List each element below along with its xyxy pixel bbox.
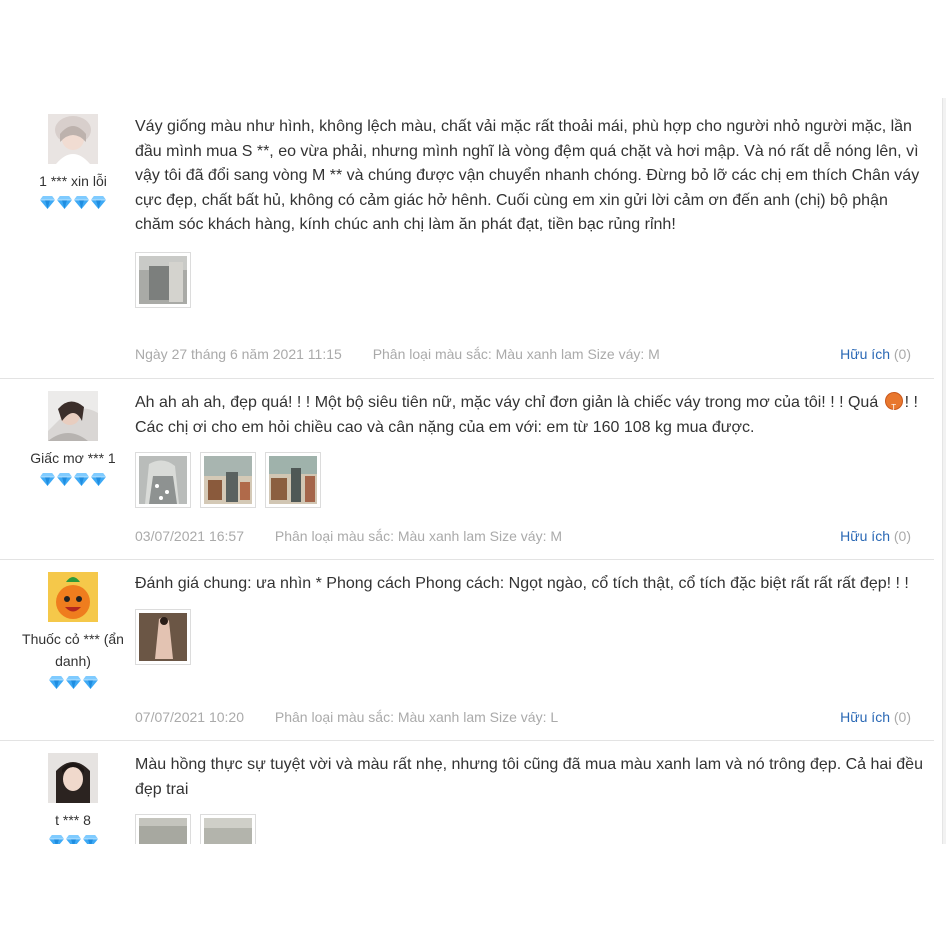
- diamond-icon: [40, 196, 55, 209]
- review-photos: [135, 251, 925, 310]
- reviewer-name: 1 *** xin lỗi: [39, 173, 107, 189]
- review-meta: Ngày 27 tháng 6 năm 2021 11:15 Phân loại…: [135, 346, 911, 362]
- review-item: 1 *** xin lỗi Váy giống màu như hình, kh…: [0, 98, 934, 379]
- helpful-count: (0): [893, 709, 911, 725]
- review-text: Đánh giá chung: ưa nhìn * Phong cách Pho…: [135, 575, 909, 592]
- review-item: t *** 8 Màu hồng thực sự tuyệt vời và mà…: [0, 741, 934, 844]
- diamond-icon: [49, 676, 64, 689]
- helpful: Hữu ích (0): [840, 346, 911, 362]
- helpful-button[interactable]: Hữu ích: [840, 709, 890, 725]
- member-rank: [8, 676, 138, 692]
- helpful-button[interactable]: Hữu ích: [840, 528, 890, 544]
- review-meta: 03/07/2021 16:57 Phân loại màu sắc: Màu …: [135, 528, 911, 544]
- product-variant: Phân loại màu sắc: Màu xanh lam Size váy…: [274, 709, 559, 725]
- review-photos: [135, 452, 925, 510]
- helpful: Hữu ích (0): [840, 709, 911, 725]
- diamond-icon: [66, 676, 81, 689]
- reviewer: Thuốc cỏ *** (ẩn danh): [8, 572, 138, 692]
- helpful-button[interactable]: Hữu ích: [840, 346, 890, 362]
- reviewer: 1 *** xin lỗi: [8, 114, 138, 212]
- helpful-count: (0): [893, 346, 911, 362]
- reviewer: t *** 8: [8, 753, 138, 844]
- helpful: Hữu ích (0): [840, 528, 911, 544]
- review-text: Màu hồng thực sự tuyệt vời và màu rất nh…: [135, 756, 923, 798]
- review-photos: [135, 608, 925, 667]
- member-rank: [8, 196, 138, 212]
- diamond-icon: [40, 473, 55, 486]
- review-photo[interactable]: [135, 608, 191, 665]
- review-photo[interactable]: [200, 452, 256, 508]
- review-photo[interactable]: [135, 452, 191, 508]
- review-photo[interactable]: [265, 452, 321, 508]
- emoji-icon: T: [884, 392, 903, 412]
- diamond-icon: [66, 835, 81, 844]
- emoji-glyph: T: [891, 403, 897, 412]
- diamond-icon: [83, 676, 98, 689]
- diamond-icon: [57, 196, 72, 209]
- review-item: Thuốc cỏ *** (ẩn danh) Đánh giá chung: ư…: [0, 560, 934, 741]
- member-rank: [8, 473, 138, 489]
- review-date: 03/07/2021 16:57: [135, 528, 244, 544]
- review-photo[interactable]: [135, 814, 191, 844]
- review-text: Ah ah ah ah, đẹp quá! ! ! Một bộ siêu ti…: [135, 391, 925, 440]
- review-text-part: Ah ah ah ah, đẹp quá! ! ! Một bộ siêu ti…: [135, 394, 883, 411]
- diamond-icon: [91, 473, 106, 486]
- scrollbar[interactable]: [942, 98, 946, 844]
- diamond-icon: [57, 473, 72, 486]
- avatar[interactable]: [48, 753, 98, 803]
- reviewer-name: Giấc mơ *** 1: [30, 450, 116, 466]
- product-variant: Phân loại màu sắc: Màu xanh lam Size váy…: [372, 346, 660, 362]
- reviewer: Giấc mơ *** 1: [8, 391, 138, 489]
- review-date: 07/07/2021 10:20: [135, 709, 244, 725]
- diamond-icon: [74, 473, 89, 486]
- avatar[interactable]: [48, 391, 98, 441]
- avatar[interactable]: [48, 572, 98, 622]
- review-photo[interactable]: [135, 251, 191, 308]
- diamond-icon: [74, 196, 89, 209]
- product-variant: Phân loại màu sắc: Màu xanh lam Size váy…: [274, 528, 563, 544]
- helpful-count: (0): [893, 528, 911, 544]
- reviewer-name: t *** 8: [55, 812, 91, 828]
- diamond-icon: [91, 196, 106, 209]
- diamond-icon: [49, 835, 64, 844]
- review-photos: [135, 814, 925, 844]
- avatar[interactable]: [48, 114, 98, 164]
- reviewer-name: Thuốc cỏ *** (ẩn danh): [22, 631, 124, 669]
- review-date: Ngày 27 tháng 6 năm 2021 11:15: [135, 346, 342, 362]
- diamond-icon: [83, 835, 98, 844]
- review-photo[interactable]: [200, 814, 256, 844]
- review-text: Váy giống màu như hình, không lệch màu, …: [135, 118, 920, 233]
- member-rank: [8, 835, 138, 844]
- review-meta: 07/07/2021 10:20 Phân loại màu sắc: Màu …: [135, 709, 911, 725]
- reviews-list: 1 *** xin lỗi Váy giống màu như hình, kh…: [0, 98, 946, 844]
- review-item: Giấc mơ *** 1 Ah ah ah ah, đẹp quá! ! ! …: [0, 379, 934, 560]
